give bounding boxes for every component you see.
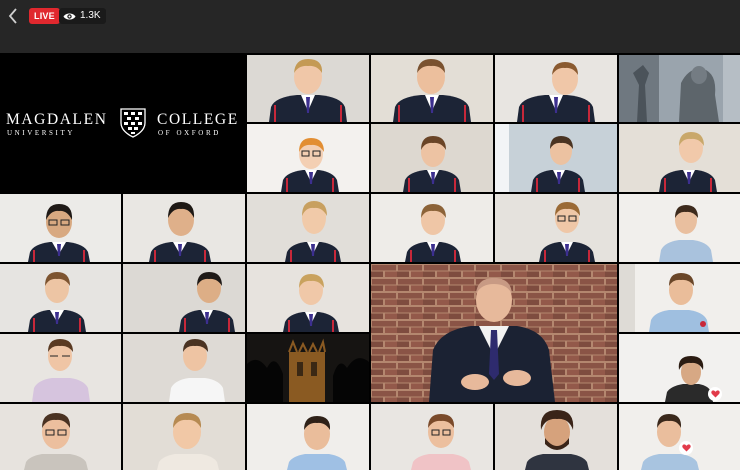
chorister-video <box>495 124 617 192</box>
eye-icon <box>63 13 76 19</box>
singer-video <box>0 334 121 402</box>
logo-text-magdalen: MAGDALEN <box>6 111 108 128</box>
viewer-count-badge: 1.3K <box>59 8 106 24</box>
participant-video-tile[interactable] <box>619 124 740 192</box>
chorister-video <box>371 55 493 122</box>
singer-video <box>123 334 245 402</box>
participant-video-tile[interactable] <box>495 404 617 470</box>
viewer-count: 1.3K <box>80 10 101 21</box>
chorister-video <box>247 264 369 332</box>
college-logo-tile: MAGDALEN UNIVERSITY COLLEGE OF OXFORD <box>0 55 245 192</box>
participant-video-tile[interactable] <box>0 264 121 332</box>
conductor-video-tile[interactable] <box>371 264 617 402</box>
logo-text-of-oxford: OF OXFORD <box>158 129 221 137</box>
participant-video-tile[interactable] <box>123 334 245 402</box>
participant-video-tile[interactable] <box>247 194 369 262</box>
chorister-video <box>495 194 617 262</box>
chorister-video <box>0 194 121 262</box>
chorister-video <box>247 124 369 192</box>
participant-video-tile[interactable] <box>371 124 493 192</box>
participant-video-tile[interactable] <box>619 194 740 262</box>
participant-video-tile[interactable] <box>371 404 493 470</box>
back-button[interactable] <box>4 6 22 26</box>
participant-video-tile[interactable] <box>0 404 121 470</box>
singer-video <box>619 264 740 332</box>
participant-video-tile[interactable] <box>247 55 369 122</box>
participant-video-tile[interactable] <box>371 55 493 122</box>
chorister-video <box>247 194 369 262</box>
singer-video <box>371 404 493 470</box>
stream-header: LIVE 1.3K <box>0 0 740 53</box>
chorister-video <box>619 194 740 262</box>
participant-video-tile[interactable] <box>371 194 493 262</box>
heart-reaction-icon <box>708 387 722 401</box>
participant-video-tile[interactable] <box>247 404 369 470</box>
participant-video-tile[interactable] <box>123 194 245 262</box>
chorister-video <box>371 124 493 192</box>
participant-video-tile[interactable] <box>495 194 617 262</box>
participant-video-tile[interactable] <box>0 334 121 402</box>
conductor-video <box>371 264 617 402</box>
singer-video <box>0 404 121 470</box>
participant-video-tile[interactable] <box>0 194 121 262</box>
participant-video-tile[interactable] <box>495 55 617 122</box>
chorister-video <box>495 55 617 122</box>
live-badge: LIVE <box>29 8 60 24</box>
logo-text-university: UNIVERSITY <box>7 129 75 137</box>
college-crest-icon <box>120 108 146 138</box>
chorister-video <box>0 264 121 332</box>
singer-video <box>247 404 369 470</box>
statue-background-video <box>619 55 740 122</box>
participant-video-tile[interactable] <box>619 404 740 470</box>
participant-video-tile[interactable] <box>247 124 369 192</box>
chevron-left-icon <box>8 8 17 24</box>
participant-video-tile[interactable] <box>619 264 740 332</box>
singer-video <box>123 404 245 470</box>
singer-video <box>619 404 740 470</box>
singer-video <box>495 404 617 470</box>
participant-video-tile[interactable] <box>619 55 740 122</box>
participant-video-tile[interactable] <box>619 334 740 402</box>
heart-reaction-icon <box>679 441 693 455</box>
chorister-video <box>123 264 245 332</box>
chapel-video-tile[interactable] <box>247 334 369 402</box>
chapel-tower-video <box>247 334 369 402</box>
participant-video-tile[interactable] <box>123 264 245 332</box>
chorister-video <box>123 194 245 262</box>
chorister-video <box>247 55 369 122</box>
participant-video-tile[interactable] <box>123 404 245 470</box>
chorister-video <box>371 194 493 262</box>
participant-video-tile[interactable] <box>495 124 617 192</box>
chorister-video <box>619 124 740 192</box>
logo-text-college: COLLEGE <box>157 111 239 128</box>
participant-video-tile[interactable] <box>247 264 369 332</box>
